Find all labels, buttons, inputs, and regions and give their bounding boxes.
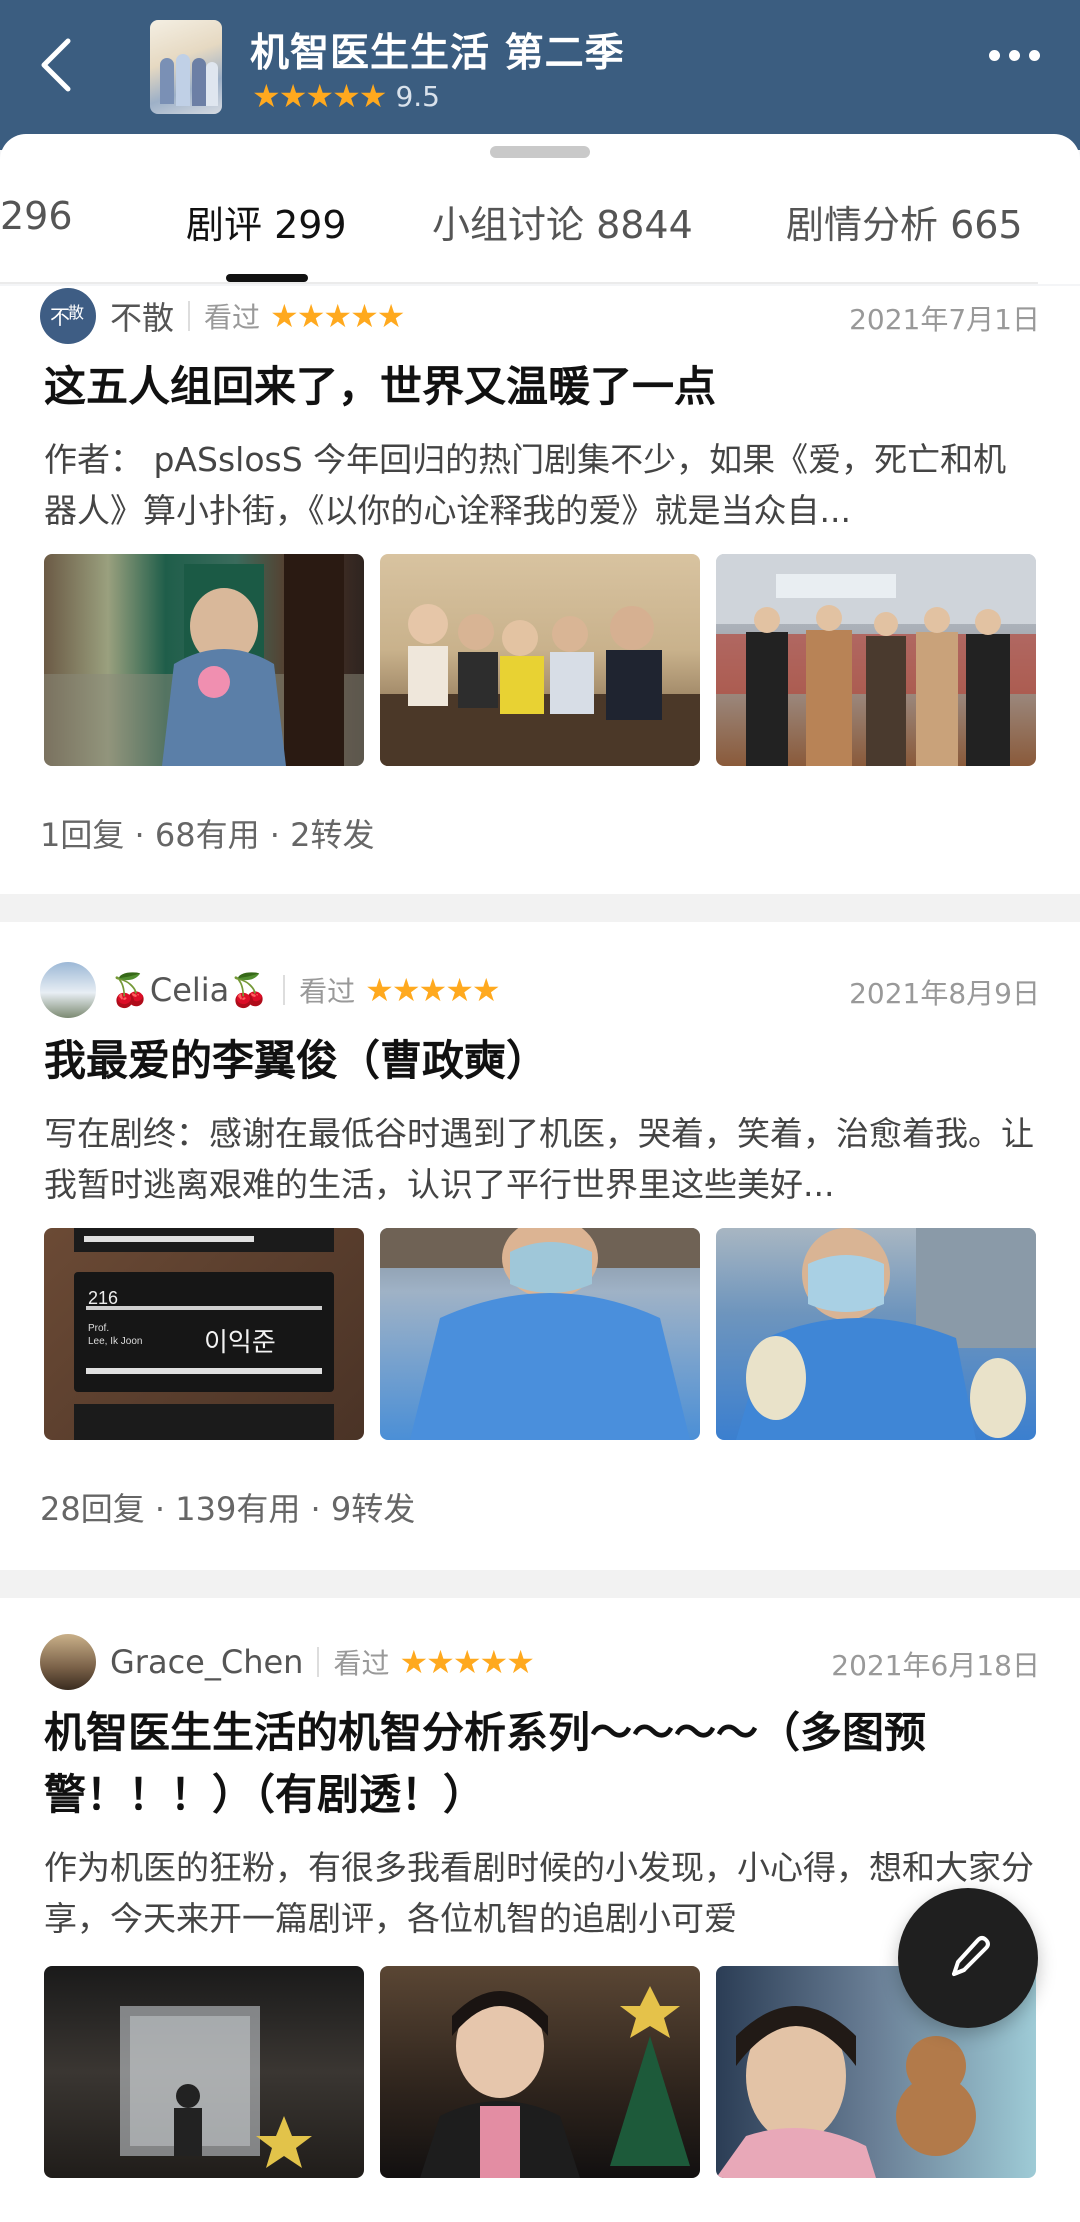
review-date: 2021年8月9日	[849, 977, 1040, 1010]
review-images: 216 Prof. Lee, Ik Joon 이익준	[44, 1228, 1036, 1440]
author-name[interactable]: 🍒Celia🍒	[110, 971, 269, 1009]
section-gap	[0, 894, 1080, 922]
tab-plot-analysis[interactable]: 剧情分析 665	[786, 194, 1023, 249]
review-excerpt[interactable]: 作者： pASslosS 今年回归的热门剧集不少，如果《爱，死亡和机器人》算小扑…	[44, 434, 1034, 536]
review-image[interactable]	[380, 1966, 700, 2178]
review-image[interactable]	[716, 554, 1036, 766]
review-excerpt[interactable]: 写在剧终：感谢在最低谷时遇到了机医，哭着，笑着，治愈着我。让我暂时逃离艰难的生活…	[44, 1108, 1034, 1210]
review-title[interactable]: 机智医生生活的机智分析系列～～～～（多图预警！！！）（有剧透！）	[44, 1702, 1044, 1826]
drag-handle[interactable]	[490, 146, 590, 158]
author-name[interactable]: 不散	[110, 293, 174, 339]
review-title[interactable]: 我最爱的李翼俊（曹政奭）	[44, 1030, 1044, 1092]
more-dot-icon	[989, 50, 1000, 61]
more-dot-icon	[1009, 50, 1020, 61]
review-stats: 28回复 · 139有用 · 9转发	[40, 1490, 416, 1528]
review-excerpt[interactable]: 作为机医的狂粉，有很多我看剧时候的小发现，小心得，想和大家分享，今天来开一篇剧评…	[44, 1842, 1034, 1944]
review-meta: 不散 不散 看过 ★★★★★	[40, 286, 405, 346]
drama-rating: ★★★★★ 9.5	[252, 78, 440, 114]
tab-bar: 296 剧评 299 小组讨论 8844 剧情分析 665	[0, 194, 1080, 254]
back-button[interactable]	[28, 30, 84, 100]
sign-room-number: 216	[88, 1288, 119, 1308]
review-card[interactable]: 🍒Celia🍒 看过 ★★★★★ 2021年8月9日 我最爱的李翼俊（曹政奭） …	[0, 922, 1080, 1570]
rating-stars-icon: ★★★★★	[252, 77, 387, 115]
review-date: 2021年7月1日	[849, 303, 1040, 336]
review-title[interactable]: 这五人组回来了，世界又温暖了一点	[44, 356, 1044, 418]
divider	[0, 282, 1038, 284]
avatar[interactable]: 不散	[40, 288, 96, 344]
sign-doctor-en: Prof. Lee, Ik Joon	[88, 1323, 143, 1347]
back-arrow-icon	[41, 38, 71, 92]
sign-doctor-name: 이익준	[204, 1328, 276, 1358]
watch-status: 看过	[333, 1647, 390, 1680]
review-meta: 🍒Celia🍒 看过 ★★★★★	[40, 960, 501, 1020]
svg-text:不: 不	[50, 305, 70, 329]
watch-status: 看过	[299, 975, 356, 1008]
top-bar: 机智医生生活 第二季 ★★★★★ 9.5	[0, 0, 1080, 150]
review-meta: Grace_Chen 看过 ★★★★★	[40, 1632, 535, 1692]
pencil-icon	[952, 1936, 990, 1976]
divider	[188, 301, 191, 331]
review-card[interactable]: 不散 不散 看过 ★★★★★ 2021年7月1日 这五人组回来了，世界又温暖了一…	[0, 286, 1080, 894]
author-name[interactable]: Grace_Chen	[110, 1643, 303, 1681]
review-image[interactable]	[44, 1966, 364, 2178]
review-image[interactable]	[380, 1228, 700, 1440]
more-options-button[interactable]	[989, 50, 1040, 61]
review-image[interactable]	[716, 1228, 1036, 1440]
rating-stars-icon: ★★★★★	[270, 297, 405, 335]
drama-poster[interactable]	[150, 20, 222, 114]
review-image[interactable]: 216 Prof. Lee, Ik Joon 이익준	[44, 1228, 364, 1440]
drama-title: 机智医生生活 第二季	[250, 31, 625, 76]
svg-text:散: 散	[68, 303, 84, 322]
tab-group-discussion[interactable]: 小组讨论 8844	[432, 194, 693, 249]
rating-score: 9.5	[395, 79, 440, 113]
more-dot-icon	[1029, 50, 1040, 61]
section-gap	[0, 1570, 1080, 1598]
tab-reviews[interactable]: 剧评 299	[186, 194, 347, 249]
watch-status: 看过	[204, 301, 261, 334]
review-image[interactable]	[380, 554, 700, 766]
review-date: 2021年6月18日	[831, 1649, 1040, 1682]
avatar[interactable]	[40, 962, 96, 1018]
review-stats: 1回复 · 68有用 · 2转发	[40, 816, 375, 854]
avatar[interactable]	[40, 1634, 96, 1690]
rating-stars-icon: ★★★★★	[399, 1643, 534, 1681]
content-sheet: 296 剧评 299 小组讨论 8844 剧情分析 665	[0, 134, 1080, 284]
review-images	[44, 1966, 1036, 2178]
active-tab-indicator	[226, 274, 308, 282]
rating-stars-icon: ★★★★★	[365, 971, 500, 1009]
tab-previous[interactable]: 296	[0, 194, 73, 238]
divider	[283, 975, 286, 1005]
review-images	[44, 554, 1036, 766]
write-review-button[interactable]	[898, 1888, 1038, 2028]
review-image[interactable]	[44, 554, 364, 766]
divider	[317, 1647, 320, 1677]
